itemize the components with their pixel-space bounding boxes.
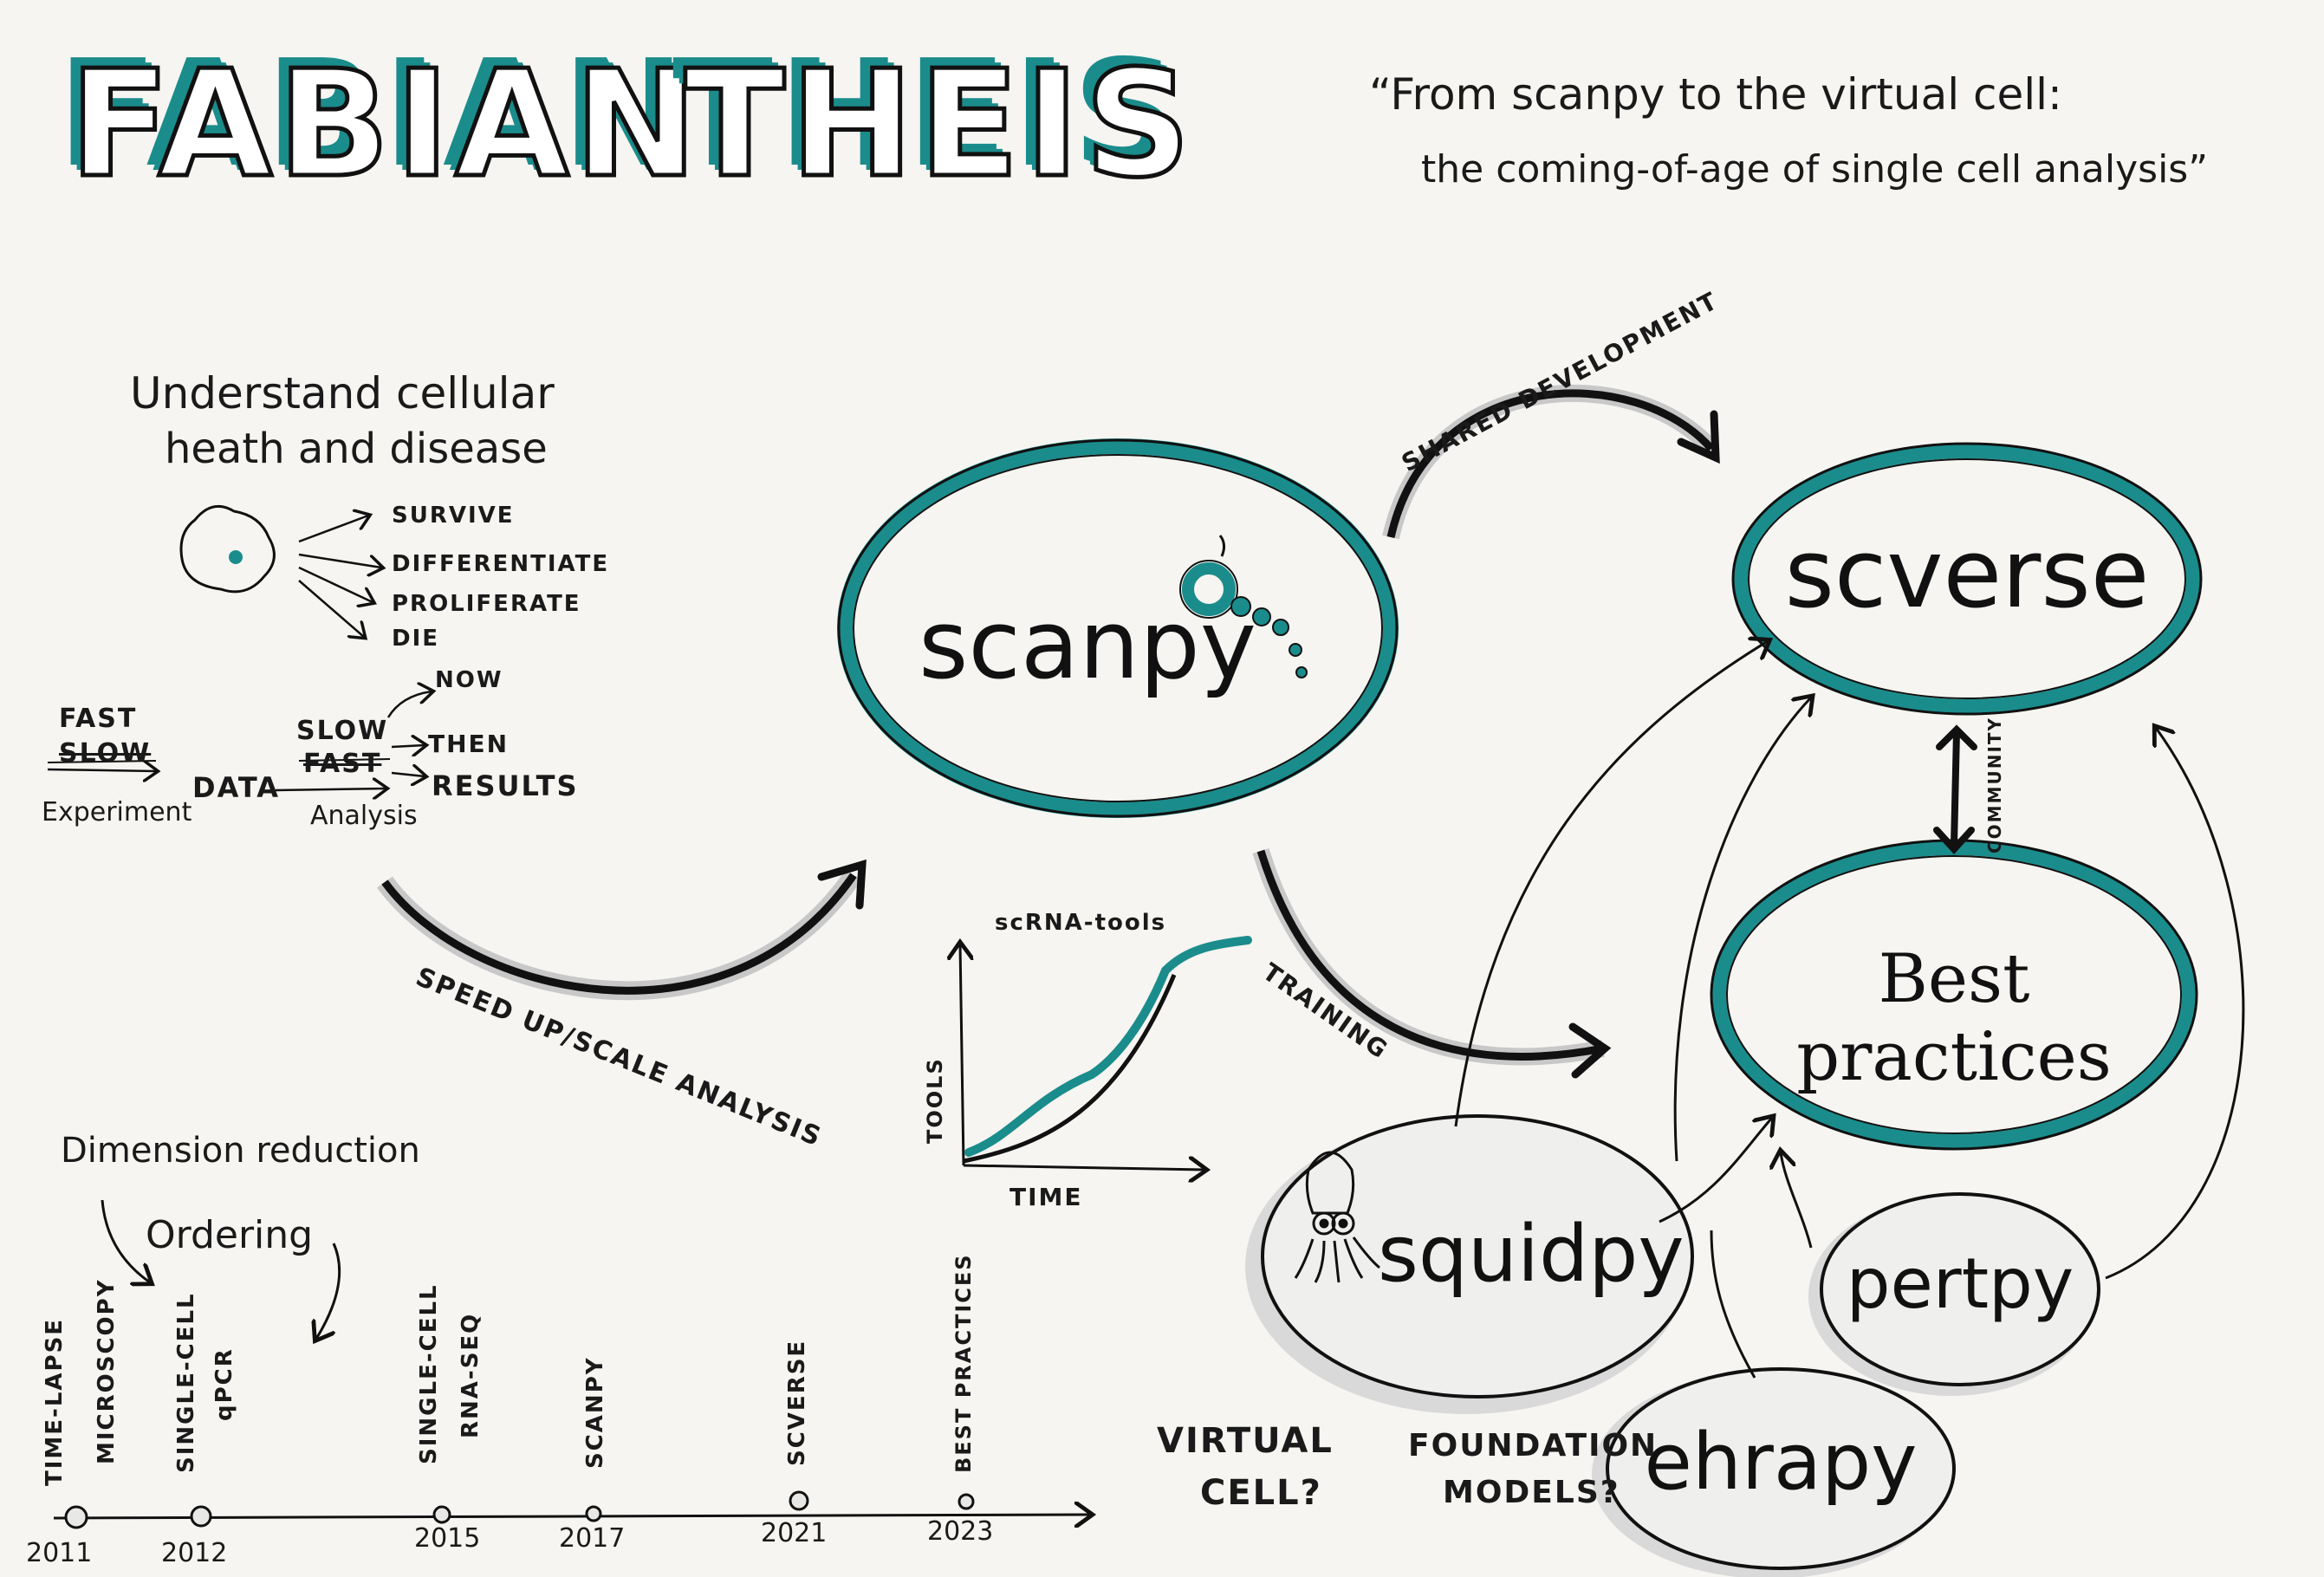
shared-development-arrow (1382, 384, 1720, 540)
experiment-then-label: SLOW (59, 738, 152, 769)
fate-survive: SURVIVE (392, 503, 515, 529)
timeline-event-label: SINGLE-CELL (416, 1283, 442, 1464)
mini-chart (960, 936, 1252, 1170)
timeline-event-label: TIME-LAPSE (42, 1317, 68, 1486)
foundation-models-question-1: FOUNDATION (1408, 1428, 1659, 1463)
virtual-cell-question-2: CELL? (1200, 1473, 1322, 1513)
speaker-first-name: FABIAN (68, 37, 703, 213)
timeline-event-label: BEST PRACTICES (951, 1253, 976, 1473)
community-arrow (1933, 724, 1977, 854)
speaker-last-name: THEIS (682, 37, 1197, 213)
timeline-year: 2023 (927, 1516, 994, 1547)
virtual-cell-question-1: VIRTUAL (1157, 1421, 1334, 1461)
ehrapy-label: ehrapy (1644, 1417, 1918, 1508)
pertpy-label: pertpy (1846, 1243, 2074, 1324)
fate-differentiate: DIFFERENTIATE (392, 551, 610, 577)
best-practices-label: Best practices (1796, 940, 2112, 1096)
intro-heading-line-1: Understand cellular (130, 368, 555, 419)
analysis-now-label: SLOW (296, 716, 389, 746)
fate-arrows (298, 516, 381, 637)
diagram-canvas (47, 384, 2245, 1577)
experiment-now-label: FAST (59, 704, 138, 734)
talk-title-line-2: the coming-of-age of single cell analysi… (1421, 147, 2209, 191)
then-label: THEN (428, 730, 510, 758)
timeline-event-label: SINGLE-CELL (173, 1292, 199, 1473)
experiment-label: Experiment (42, 797, 192, 827)
speed-up-arrow (377, 859, 867, 1001)
scanpy-label: scanpy (919, 589, 1256, 700)
ordering-label: Ordering (146, 1213, 314, 1257)
dimension-reduction-label: Dimension reduction (61, 1131, 420, 1171)
timeline-year: 2015 (414, 1523, 481, 1554)
timeline-event-label: SCANPY (582, 1356, 608, 1469)
timeline-year: 2011 (26, 1538, 93, 1568)
mini-chart-title: scRNA-tools (995, 910, 1167, 936)
training-arrow (1252, 848, 1612, 1079)
fate-proliferate: PROLIFERATE (392, 591, 581, 617)
now-label: NOW (435, 667, 503, 693)
results-label: RESULTS (432, 769, 579, 802)
intro-heading-line-2: heath and disease (165, 425, 548, 473)
talk-title-line-1: “From scanpy to the virtual cell: (1369, 69, 2062, 120)
timeline-event-label: RNA-SEQ (458, 1312, 484, 1438)
timeline-year: 2021 (761, 1518, 828, 1548)
squidpy-label: squidpy (1378, 1209, 1685, 1300)
community-label: COMMUNITY (1984, 716, 2005, 853)
cell-icon (179, 504, 276, 594)
data-label: DATA (192, 771, 280, 804)
timeline-event-label: qPCR (211, 1347, 237, 1421)
analysis-then-label: FAST (303, 749, 382, 779)
timeline-event-label: SCVERSE (784, 1339, 810, 1466)
analysis-label: Analysis (310, 801, 418, 831)
timeline-event-label: MICROSCOPY (94, 1278, 120, 1464)
foundation-models-question-2: MODELS? (1443, 1475, 1620, 1510)
mini-chart-xlabel: TIME (1009, 1183, 1083, 1211)
timeline-year: 2012 (161, 1538, 228, 1568)
timeline-year: 2017 (559, 1523, 626, 1554)
mini-chart-ylabel: TOOLS (923, 1057, 947, 1144)
fate-die: DIE (392, 626, 440, 652)
scverse-label: scverse (1784, 518, 2150, 629)
